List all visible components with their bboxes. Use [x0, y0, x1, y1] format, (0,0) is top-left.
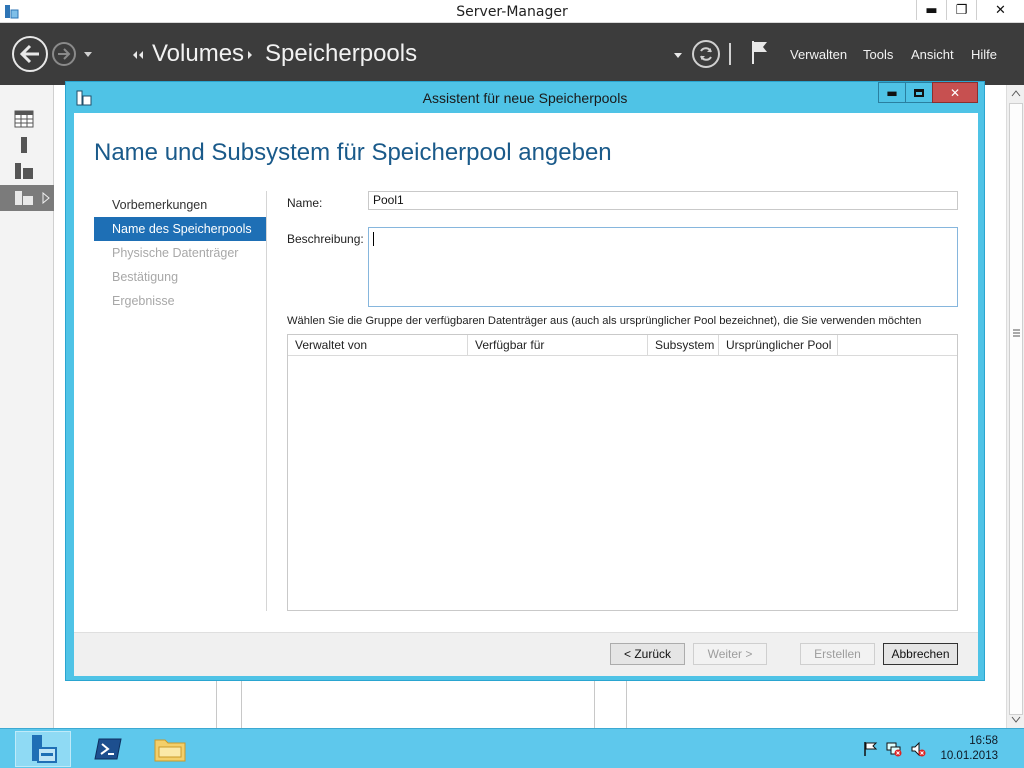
dashboard-icon[interactable] [14, 110, 34, 128]
minimize-button[interactable]: ▬ [916, 0, 946, 20]
arrow-right-icon [58, 48, 71, 60]
column-subsystem[interactable]: Subsystem [648, 335, 719, 356]
name-label: Name: [287, 196, 323, 210]
maximize-icon [914, 88, 924, 97]
restore-icon: ❐ [955, 2, 968, 18]
group-instruction: Wählen Sie die Gruppe der verfügbaren Da… [287, 315, 922, 327]
chevron-right-icon[interactable] [42, 192, 50, 204]
chevron-down-icon[interactable] [673, 51, 683, 59]
menu-tools[interactable]: Tools [863, 47, 893, 62]
menu-verwalten[interactable]: Verwalten [790, 47, 847, 62]
new-storage-pool-wizard: Assistent für neue Speicherpools ▬ ✕ Nam… [65, 81, 985, 681]
double-chevron-left-icon[interactable] [130, 49, 146, 61]
taskbar-server-manager[interactable] [15, 731, 71, 767]
local-server-icon[interactable] [14, 136, 34, 154]
wizard-steps: Vorbemerkungen Name des Speicherpools Ph… [94, 193, 266, 313]
refresh-button[interactable] [692, 40, 720, 68]
powershell-icon [94, 738, 122, 760]
notifications-flag-icon[interactable] [750, 39, 770, 65]
table-header: Verwaltet von Verfügbar für Subsystem Ur… [288, 335, 957, 356]
history-dropdown-icon[interactable] [82, 48, 94, 60]
scroll-up-icon[interactable] [1011, 89, 1021, 97]
dialog-body: Name und Subsystem für Speicherpool ange… [74, 113, 978, 676]
breadcrumb-volumes[interactable]: Volumes [152, 40, 244, 68]
close-button[interactable]: ✕ [976, 0, 1024, 20]
dialog-minimize-button[interactable]: ▬ [878, 82, 906, 103]
steps-divider [266, 191, 267, 611]
minimize-icon: ▬ [886, 85, 898, 100]
minimize-icon: ▬ [925, 2, 938, 18]
window-title-bar: Server-Manager ▬ ❐ ✕ [0, 0, 1024, 23]
cancel-button[interactable]: Abbrechen [883, 643, 958, 665]
scrollbar-thumb[interactable] [1009, 103, 1023, 715]
description-label: Beschreibung: [287, 232, 364, 246]
step-bestaetigung: Bestätigung [112, 270, 179, 284]
background-column-divider [594, 680, 595, 728]
column-verfuegbar-fuer[interactable]: Verfügbar für [468, 335, 648, 356]
description-field[interactable] [368, 227, 958, 307]
arrow-left-icon [19, 44, 39, 64]
dialog-footer: < Zurück Weiter > Erstellen Abbrechen [74, 632, 978, 676]
sidebar [0, 85, 54, 728]
column-empty [838, 335, 957, 356]
step-name-des-speicherpools[interactable]: Name des Speicherpools [94, 217, 266, 241]
background-column-divider [626, 680, 627, 728]
action-center-flag-icon[interactable] [862, 741, 878, 757]
refresh-icon [700, 47, 712, 61]
dialog-maximize-button[interactable] [905, 82, 933, 103]
close-icon: ✕ [949, 85, 961, 100]
maximize-button[interactable]: ❐ [946, 0, 976, 20]
background-column-divider [241, 680, 242, 728]
name-field[interactable]: Pool1 [368, 191, 958, 210]
dialog-close-button[interactable]: ✕ [932, 82, 978, 103]
primordial-pool-table[interactable]: Verwaltet von Verfügbar für Subsystem Ur… [287, 334, 958, 611]
volume-muted-icon[interactable] [910, 741, 926, 757]
menu-ansicht[interactable]: Ansicht [911, 47, 954, 62]
vertical-scrollbar[interactable] [1006, 85, 1024, 728]
file-storage-icon [15, 191, 33, 205]
all-servers-icon[interactable] [14, 162, 34, 180]
dialog-title: Assistent für neue Speicherpools [422, 90, 628, 106]
header-bar: Volumes Speicherpools Verwalten Tools An… [0, 23, 1024, 85]
taskbar-powershell[interactable] [80, 731, 136, 767]
menu-hilfe[interactable]: Hilfe [971, 47, 997, 62]
header-divider [729, 43, 731, 65]
close-icon: ✕ [995, 2, 1006, 18]
clock-date: 10.01.2013 [940, 750, 998, 762]
grip-icon [1013, 329, 1020, 337]
clock-time: 16:58 [969, 735, 998, 747]
scroll-down-icon[interactable] [1011, 716, 1021, 724]
background-column-divider [216, 680, 217, 728]
create-button[interactable]: Erstellen [800, 643, 875, 665]
chevron-right-icon [248, 51, 252, 59]
folder-icon [154, 739, 186, 762]
page-title: Name und Subsystem für Speicherpool ange… [94, 139, 612, 166]
text-caret [373, 232, 374, 246]
system-clock[interactable]: 16:58 10.01.2013 [940, 734, 998, 764]
step-vorbemerkungen[interactable]: Vorbemerkungen [94, 193, 266, 217]
dialog-title-bar[interactable]: Assistent für neue Speicherpools ▬ ✕ [66, 82, 984, 113]
back-button[interactable] [12, 36, 48, 72]
network-error-icon[interactable] [886, 741, 902, 757]
step-ergebnisse: Ergebnisse [112, 294, 175, 308]
taskbar-file-explorer[interactable] [142, 731, 198, 767]
next-button[interactable]: Weiter > [693, 643, 767, 665]
column-verwaltet-von[interactable]: Verwaltet von [288, 335, 468, 356]
forward-button[interactable] [52, 42, 76, 66]
step-physische-datentraeger: Physische Datenträger [112, 246, 239, 260]
column-urspruenglicher-pool[interactable]: Ursprünglicher Pool [719, 335, 838, 356]
taskbar: 16:58 10.01.2013 [0, 728, 1024, 768]
server-manager-icon [32, 735, 57, 763]
breadcrumb-speicherpools[interactable]: Speicherpools [265, 40, 417, 68]
window-title: Server-Manager [456, 4, 568, 20]
back-button[interactable]: < Zurück [610, 643, 685, 665]
